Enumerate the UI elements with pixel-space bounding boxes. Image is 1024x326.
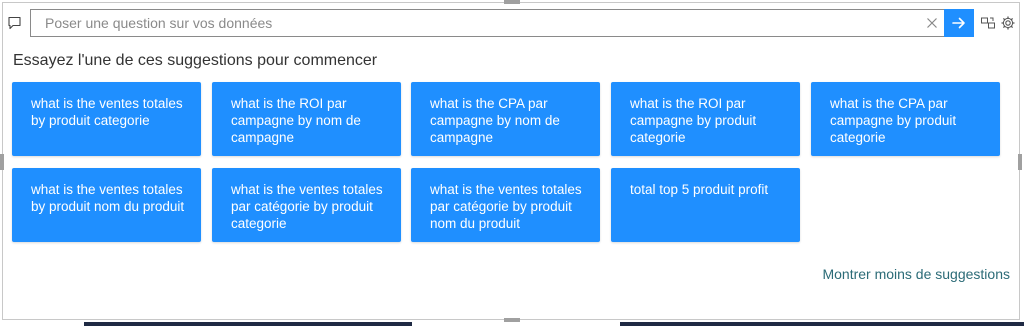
question-input[interactable]: [31, 10, 911, 36]
suggestion-card[interactable]: what is the ventes totales by produit ca…: [12, 82, 201, 156]
resize-handle-right[interactable]: [1018, 154, 1022, 170]
close-icon[interactable]: [924, 15, 940, 31]
show-less-suggestions-link[interactable]: Montrer moins de suggestions: [822, 266, 1010, 282]
suggestion-card[interactable]: what is the ROI par campagne by produit …: [611, 82, 800, 156]
arrow-right-icon: [952, 17, 965, 29]
suggestion-card[interactable]: what is the ventes totales par catégorie…: [411, 168, 600, 242]
suggestion-card[interactable]: what is the ventes totales by produit no…: [12, 168, 201, 242]
suggestion-card[interactable]: what is the ventes totales par catégorie…: [212, 168, 401, 242]
submit-button[interactable]: [944, 9, 974, 37]
suggestion-card[interactable]: what is the CPA par campagne by nom de c…: [411, 82, 600, 156]
suggestion-card[interactable]: what is the CPA par campagne by produit …: [811, 82, 1000, 156]
suggestion-card[interactable]: total top 5 produit profit: [611, 168, 800, 242]
gear-icon[interactable]: [1000, 15, 1016, 31]
resize-handle-top[interactable]: [504, 0, 520, 4]
convert-visual-icon[interactable]: [980, 15, 996, 31]
suggestion-card[interactable]: what is the ROI par campagne by nom de c…: [212, 82, 401, 156]
resize-handle-left[interactable]: [0, 154, 4, 170]
question-box: [30, 9, 974, 37]
background-strip: [84, 322, 1024, 326]
suggestions-heading: Essayez l'une de ces suggestions pour co…: [13, 52, 378, 69]
speech-bubble-icon: [7, 15, 23, 31]
